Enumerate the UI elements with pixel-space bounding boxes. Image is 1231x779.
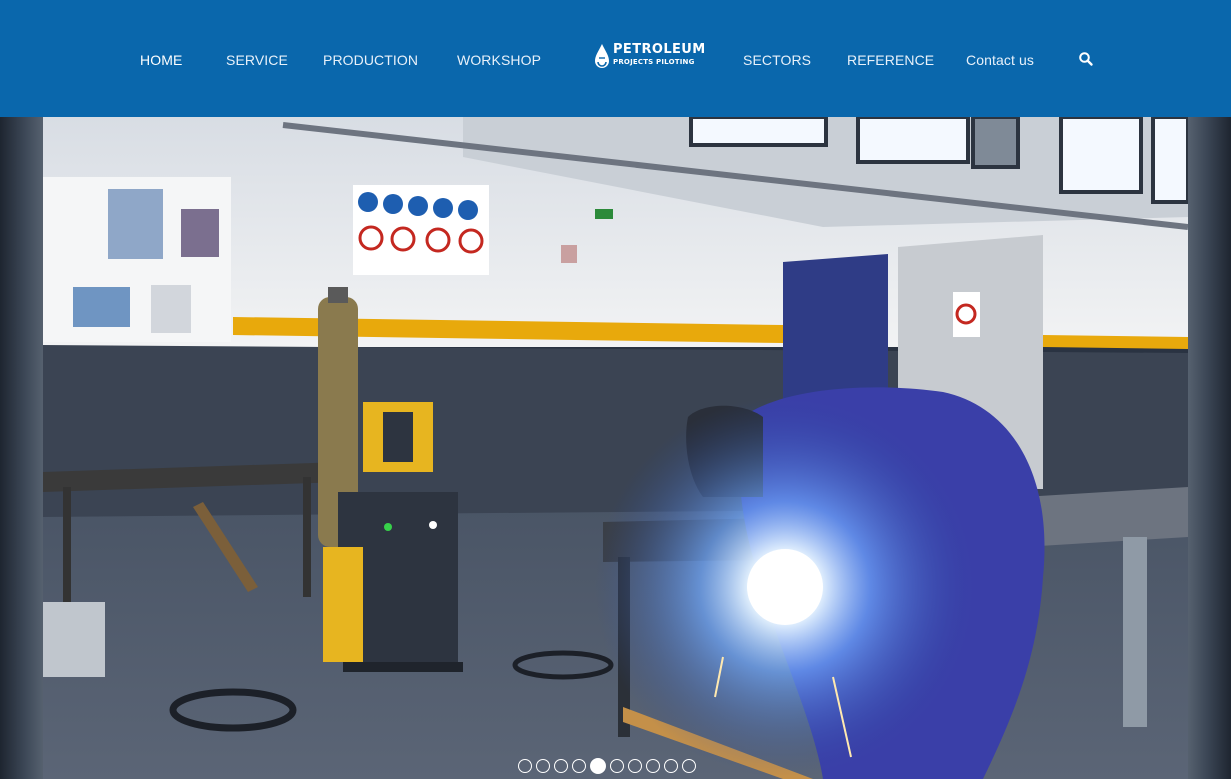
oil-drop-icon: [595, 44, 609, 68]
slide-dot-5[interactable]: [590, 758, 606, 774]
slide-dot-3[interactable]: [554, 759, 568, 773]
logo-line1: PETROLEUM: [613, 42, 706, 57]
slide-dot-7[interactable]: [628, 759, 642, 773]
nav-production[interactable]: PRODUCTION: [323, 50, 418, 70]
slide-pager: [518, 758, 696, 777]
slide-dot-9[interactable]: [664, 759, 678, 773]
site-header: HOME SERVICE PRODUCTION WORKSHOP PETROLE…: [0, 0, 1231, 117]
slide-dot-4[interactable]: [572, 759, 586, 773]
nav-reference[interactable]: REFERENCE: [847, 50, 934, 70]
slide-dot-8[interactable]: [646, 759, 660, 773]
nav-service[interactable]: SERVICE: [226, 50, 288, 70]
nav-sectors[interactable]: SECTORS: [743, 50, 811, 70]
nav-home[interactable]: HOME: [140, 50, 182, 70]
slider-edge-left: [0, 117, 43, 779]
logo-line2: PROJECTS PILOTING: [613, 58, 695, 66]
slide-dot-6[interactable]: [610, 759, 624, 773]
slide-dot-2[interactable]: [536, 759, 550, 773]
slider-edge-right: [1188, 117, 1231, 779]
nav-contact[interactable]: Contact us: [966, 50, 1034, 70]
search-icon[interactable]: [1078, 51, 1094, 67]
slide-dot-1[interactable]: [518, 759, 532, 773]
slide-dot-10[interactable]: [682, 759, 696, 773]
nav-workshop[interactable]: WORKSHOP: [457, 50, 541, 70]
site-logo[interactable]: PETROLEUM PROJECTS PILOTING: [592, 41, 705, 75]
slide-image-welding-workshop: [43, 117, 1188, 779]
hero-slider: [0, 117, 1231, 779]
